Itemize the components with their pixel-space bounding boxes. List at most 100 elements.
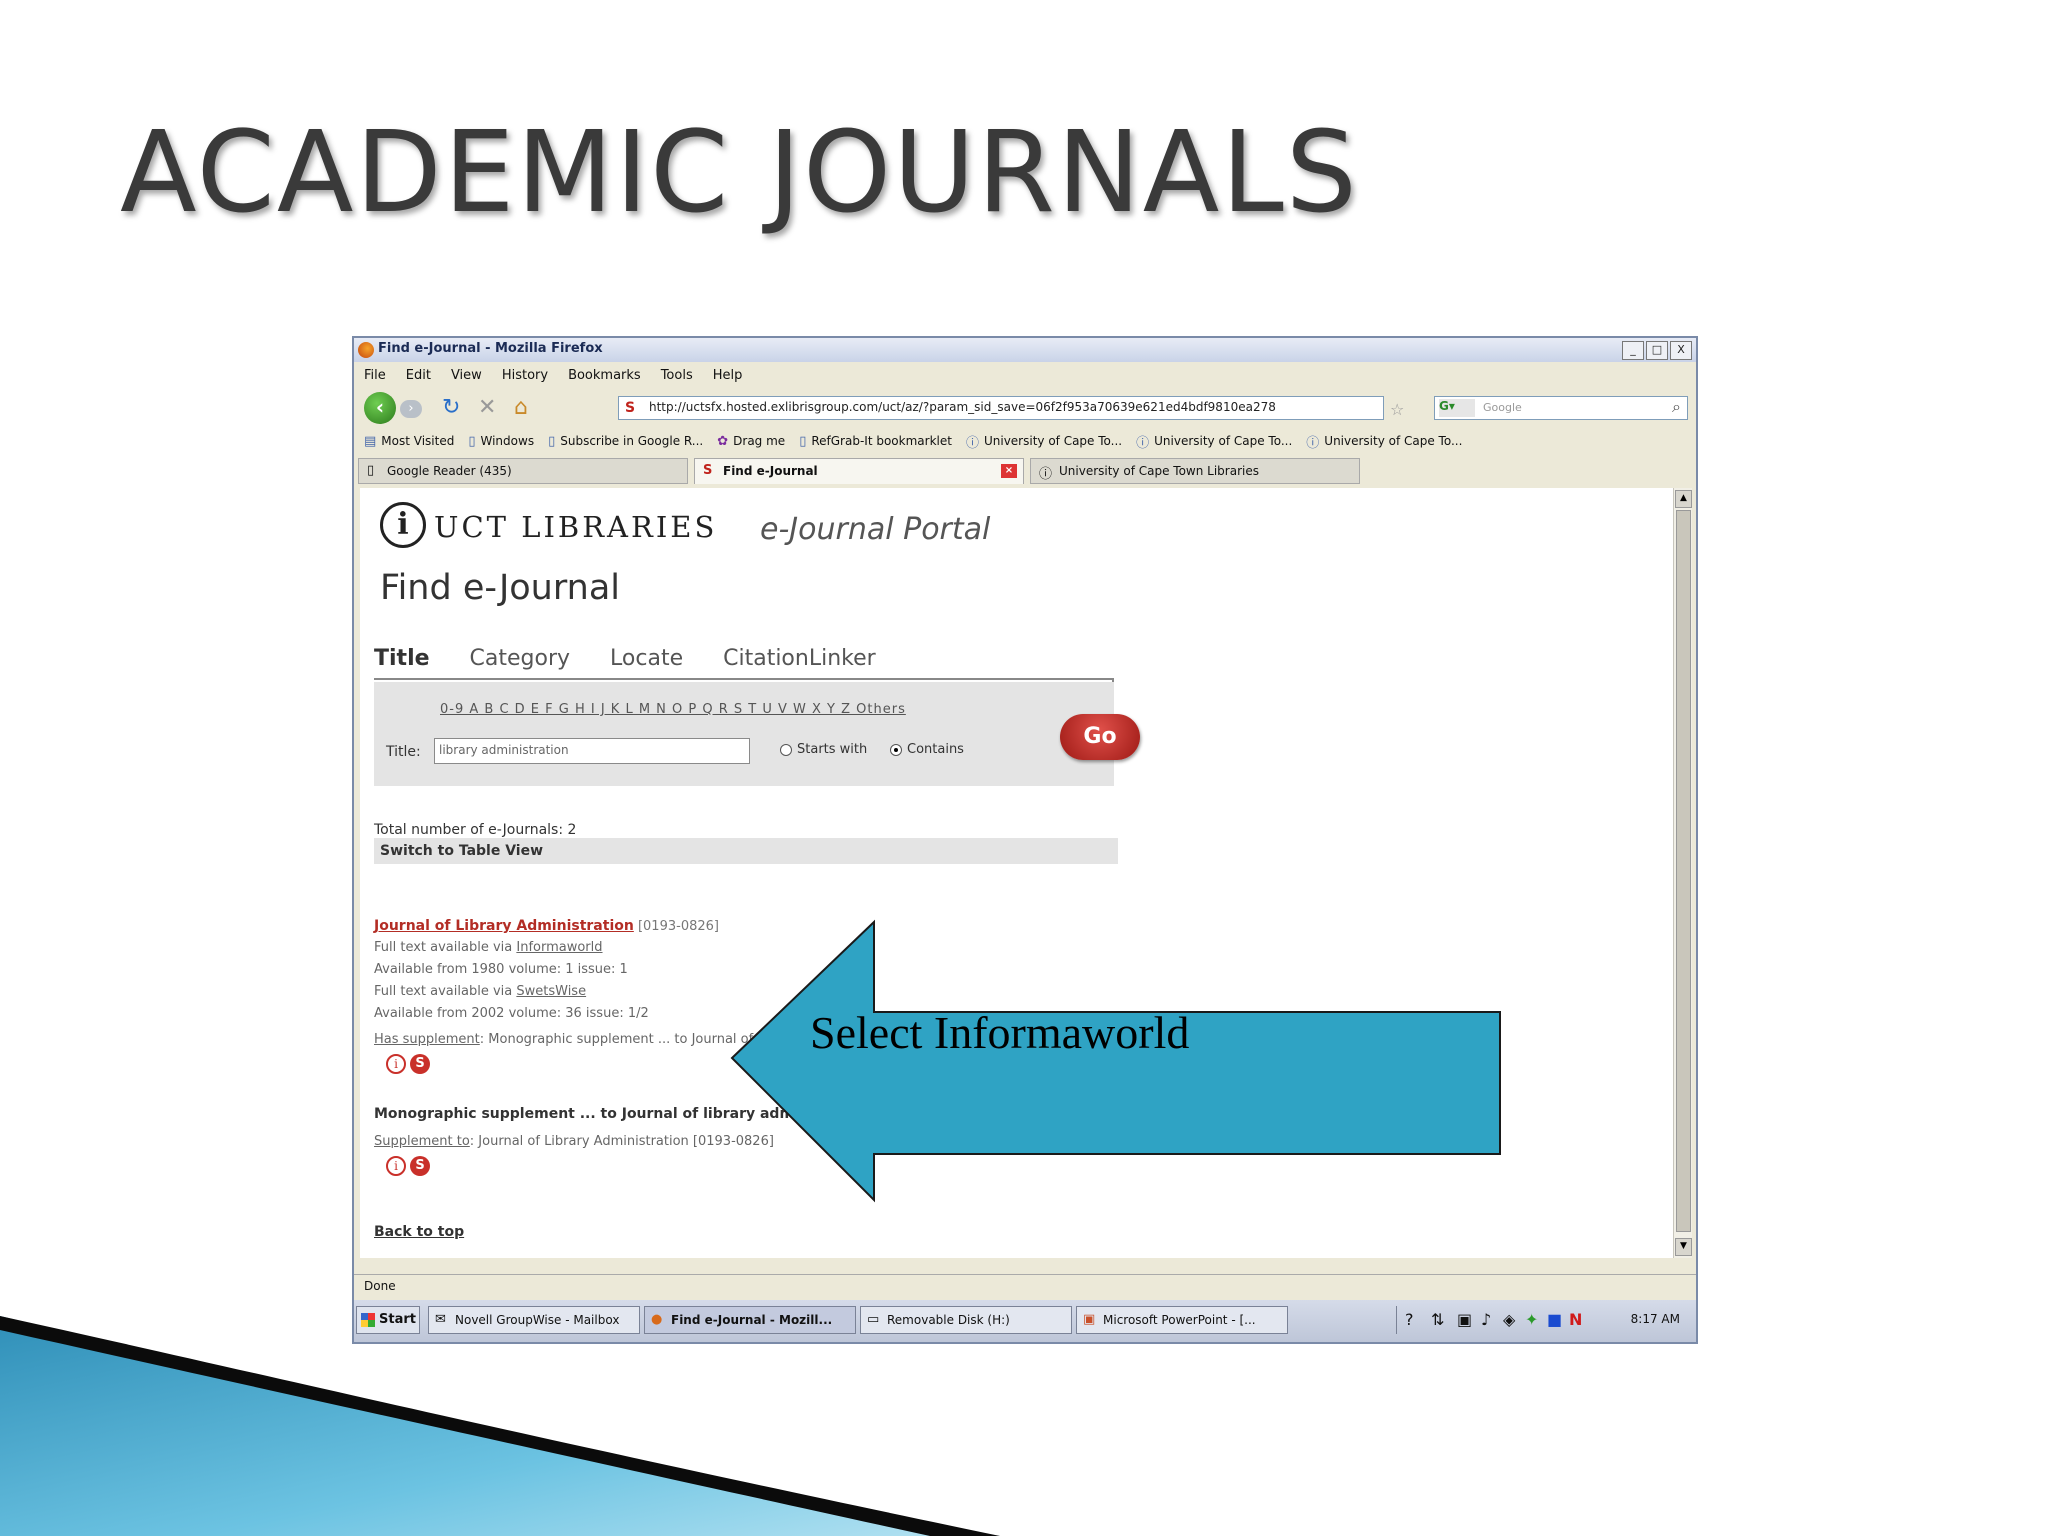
browser-window: Find e-Journal - Mozilla Firefox _ □ X F…	[352, 336, 1698, 1344]
tab-citationlinker[interactable]: CitationLinker	[723, 646, 876, 671]
alphabet-index[interactable]: 0-9 A B C D E F G H I J K L M N O P Q R …	[440, 702, 906, 717]
close-button[interactable]: X	[1670, 341, 1692, 360]
monitor-icon[interactable]: ■	[1547, 1310, 1562, 1329]
network-icon[interactable]: ⇅	[1431, 1310, 1444, 1329]
result-line: Available from 2002 volume: 36 issue: 1/…	[374, 1006, 649, 1021]
result-line: Available from 1980 volume: 1 issue: 1	[374, 962, 628, 977]
radio-circle[interactable]	[780, 743, 792, 756]
bookmark-item[interactable]: ⓘ University of Cape To...	[1306, 432, 1462, 451]
bookmark-item[interactable]: ▯ Windows	[468, 434, 534, 449]
bookmark-item[interactable]: ▯ RefGrab-It bookmarklet	[799, 434, 952, 449]
result-line: Full text available via SwetsWise	[374, 984, 587, 999]
taskbar-item-firefox[interactable]: ● Find e-Journal - Mozill...	[644, 1306, 856, 1334]
menu-bookmarks[interactable]: Bookmarks	[568, 368, 641, 383]
go-button[interactable]: Go	[1060, 714, 1140, 760]
info-icon[interactable]: i	[386, 1156, 406, 1176]
menu-history[interactable]: History	[502, 368, 548, 383]
menu-help[interactable]: Help	[713, 368, 743, 383]
starts-with-radio[interactable]: Starts with	[780, 742, 867, 757]
menu-tools[interactable]: Tools	[661, 368, 693, 383]
info-icon: ⓘ	[1136, 435, 1150, 451]
start-button[interactable]: Start	[356, 1306, 420, 1334]
issn: [0193-0826]	[637, 919, 719, 934]
slide-title: ACADEMIC JOURNALS	[120, 108, 1359, 238]
page-icon: ▯	[468, 433, 476, 449]
title-input[interactable]: library administration	[434, 738, 750, 764]
info-icon: ⓘ	[965, 435, 979, 451]
back-to-top-link[interactable]: Back to top	[374, 1224, 464, 1240]
bookmark-item[interactable]: ▤ Most Visited	[364, 434, 454, 449]
search-placeholder: Google	[1483, 401, 1522, 414]
google-engine-icon[interactable]: G▾	[1439, 399, 1475, 417]
tab-title[interactable]: Title	[374, 646, 430, 671]
swetswise-link[interactable]: SwetsWise	[516, 984, 586, 999]
page-icon: ▯	[367, 463, 375, 478]
radio-circle[interactable]	[890, 743, 902, 756]
maximize-button[interactable]: □	[1646, 341, 1668, 360]
url-text: http://uctsfx.hosted.exlibrisgroup.com/u…	[649, 400, 1276, 414]
scroll-up-icon[interactable]: ▲	[1675, 490, 1692, 508]
menu-view[interactable]: View	[451, 368, 482, 383]
url-bar[interactable]: S http://uctsfx.hosted.exlibrisgroup.com…	[618, 396, 1384, 420]
sfx-icon[interactable]: S	[410, 1156, 430, 1176]
bookmark-item[interactable]: ▯ Subscribe in Google R...	[548, 434, 703, 449]
informaworld-link[interactable]: Informaworld	[516, 940, 602, 955]
tray-app-icon[interactable]: ✦	[1525, 1310, 1538, 1329]
scroll-thumb[interactable]	[1676, 510, 1691, 1232]
bookmark-item[interactable]: ✿ Drag me	[717, 434, 785, 449]
minimize-button[interactable]: _	[1622, 341, 1644, 360]
tab-category[interactable]: Category	[470, 646, 571, 671]
has-supplement-link[interactable]: Has supplement	[374, 1032, 480, 1047]
home-icon[interactable]: ⌂	[514, 396, 528, 420]
supplement-to-link[interactable]: Supplement to	[374, 1134, 470, 1149]
page-heading: Find e-Journal	[380, 568, 620, 608]
novell-icon[interactable]: N	[1569, 1310, 1582, 1329]
logo-text: UCT LIBRARIES	[434, 510, 718, 544]
info-icon: ⓘ	[1039, 467, 1053, 482]
taskbar-item-groupwise[interactable]: ✉ Novell GroupWise - Mailbox	[428, 1306, 640, 1334]
page-icon: ▯	[548, 433, 556, 449]
callout-text: Select Informaworld	[810, 1007, 1190, 1058]
vertical-scrollbar[interactable]: ▲ ▼	[1673, 488, 1692, 1258]
search-box[interactable]: G▾ Google ⌕	[1434, 396, 1688, 420]
back-button[interactable]: ‹	[364, 392, 396, 424]
journal-title-link[interactable]: Journal of Library Administration	[374, 918, 634, 934]
taskbar-item-powerpoint[interactable]: ▣ Microsoft PowerPoint - [...	[1076, 1306, 1288, 1334]
reload-icon[interactable]: ↻	[442, 396, 460, 420]
menu-edit[interactable]: Edit	[406, 368, 431, 383]
tab-google-reader[interactable]: ▯ Google Reader (435)	[358, 458, 688, 484]
volume-icon[interactable]: ♪	[1481, 1310, 1491, 1329]
forward-button[interactable]: ›	[400, 400, 422, 418]
menu-file[interactable]: File	[364, 368, 386, 383]
sfx-favicon-icon: S	[703, 463, 713, 478]
tab-bar: ▯ Google Reader (435) S Find e-Journal ×…	[354, 456, 1696, 484]
search-icon[interactable]: ⌕	[1672, 397, 1681, 417]
menu-bar: File Edit View History Bookmarks Tools H…	[354, 362, 1696, 388]
sfx-favicon-icon: S	[625, 400, 636, 416]
result-actions: i S	[386, 1054, 430, 1074]
switch-to-table-view[interactable]: Switch to Table View	[374, 838, 1118, 864]
sfx-icon[interactable]: S	[410, 1054, 430, 1074]
drive-icon: ▭	[867, 1312, 880, 1327]
display-icon[interactable]: ▣	[1457, 1310, 1472, 1329]
close-tab-icon[interactable]: ×	[1001, 464, 1017, 478]
scroll-down-icon[interactable]: ▼	[1675, 1238, 1692, 1256]
info-icon: ⓘ	[1306, 435, 1320, 451]
bookmark-item[interactable]: ⓘ University of Cape To...	[966, 432, 1122, 451]
bookmark-item[interactable]: ⓘ University of Cape To...	[1136, 432, 1292, 451]
firefox-icon: ●	[651, 1312, 663, 1327]
tab-find-ejournal[interactable]: S Find e-Journal ×	[694, 458, 1024, 484]
contains-radio[interactable]: Contains	[890, 742, 964, 757]
star-icon[interactable]: ☆	[1390, 398, 1404, 422]
stop-icon[interactable]: ✕	[478, 396, 496, 420]
uct-logo-icon: i	[380, 502, 426, 548]
tab-uct-libraries[interactable]: ⓘ University of Cape Town Libraries	[1030, 458, 1360, 484]
navigation-toolbar: ‹ › ↻ ✕ ⌂ S http://uctsfx.hosted.exlibri…	[354, 388, 1696, 428]
shield-icon[interactable]: ◈	[1503, 1310, 1515, 1329]
search-tabs: Title Category Locate CitationLinker	[374, 646, 876, 671]
taskbar: Start ✉ Novell GroupWise - Mailbox ● Fin…	[354, 1300, 1696, 1342]
taskbar-item-removable-disk[interactable]: ▭ Removable Disk (H:)	[860, 1306, 1072, 1334]
tab-locate[interactable]: Locate	[610, 646, 683, 671]
info-icon[interactable]: i	[386, 1054, 406, 1074]
help-icon[interactable]: ?	[1405, 1310, 1414, 1329]
